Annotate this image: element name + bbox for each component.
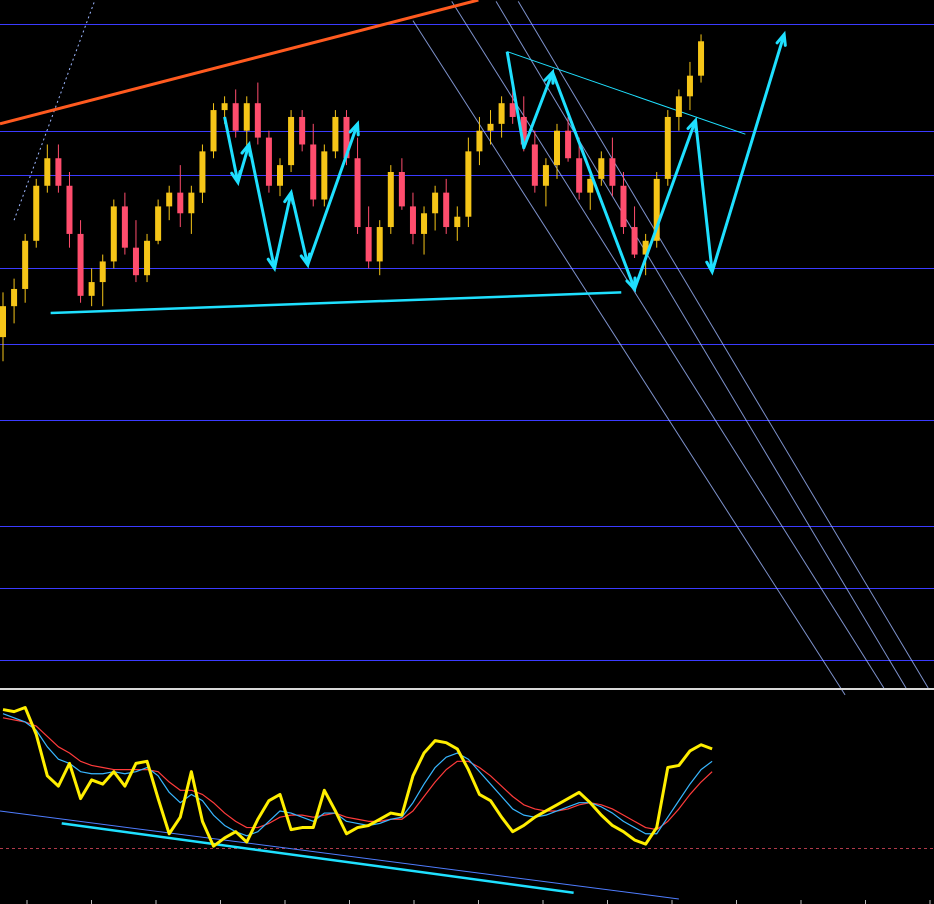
candle-body [576,158,583,193]
candle-body [288,116,295,166]
candle-body [232,103,239,131]
candle-body [132,247,139,276]
candle-body [387,172,394,228]
candle-body [465,151,472,217]
candle-body [487,123,494,131]
candle-24 [265,130,272,193]
candle-body [44,158,51,186]
candle-body [188,192,195,214]
candle-body [631,227,638,255]
candle-body [476,130,483,152]
candle-body [509,103,516,117]
candle-63 [698,34,705,83]
candle-13 [144,233,151,283]
candle-body [565,130,572,159]
candle-body [66,185,73,234]
candle-body [664,116,671,179]
candle-29 [321,144,328,207]
candle-body [166,192,173,207]
candle-body [432,192,439,214]
candle-3 [33,178,40,248]
candle-10 [110,199,117,269]
candle-body [675,96,682,117]
candle-body [686,75,693,97]
candle-body [598,158,605,179]
candle-body [498,103,505,124]
candle-body [265,137,272,186]
candle-body [376,227,383,262]
chart-canvas [0,0,934,904]
candle-body [155,206,162,241]
candle-body [22,240,29,289]
candle-body [277,165,283,186]
candle-body [554,130,560,166]
candle-body [698,41,705,76]
candle-body [199,151,206,193]
candle-body [0,306,6,338]
candle-body [620,185,627,228]
candle-body [55,158,62,186]
candle-body [321,151,328,200]
candle-body [454,216,461,228]
candle-body [177,192,184,214]
candle-body [299,116,306,145]
candle-60 [664,110,671,186]
candle-body [210,110,217,152]
candle-body [77,233,84,296]
candle-body [99,261,106,283]
candle-body [144,240,151,276]
candle-body [332,116,339,152]
candle-body [88,282,95,296]
candle-body [243,103,250,131]
candle-body [531,144,538,186]
candle-body [542,165,549,186]
candle-body [221,103,228,111]
candle-19 [210,103,217,159]
candle-body [110,206,117,262]
candle-body [121,206,128,248]
candle-body [443,192,450,228]
candle-body [365,227,372,262]
candle-body [11,288,18,307]
candle-body [354,158,361,228]
candle-body [421,213,428,234]
candle-body [409,206,416,234]
candle-body [310,144,317,200]
candle-26 [288,110,295,172]
candle-body [254,103,261,138]
candle-30 [332,110,339,159]
candle-35 [387,165,394,234]
candle-body [33,185,40,241]
candle-body [609,158,616,186]
candle-body [398,172,405,207]
